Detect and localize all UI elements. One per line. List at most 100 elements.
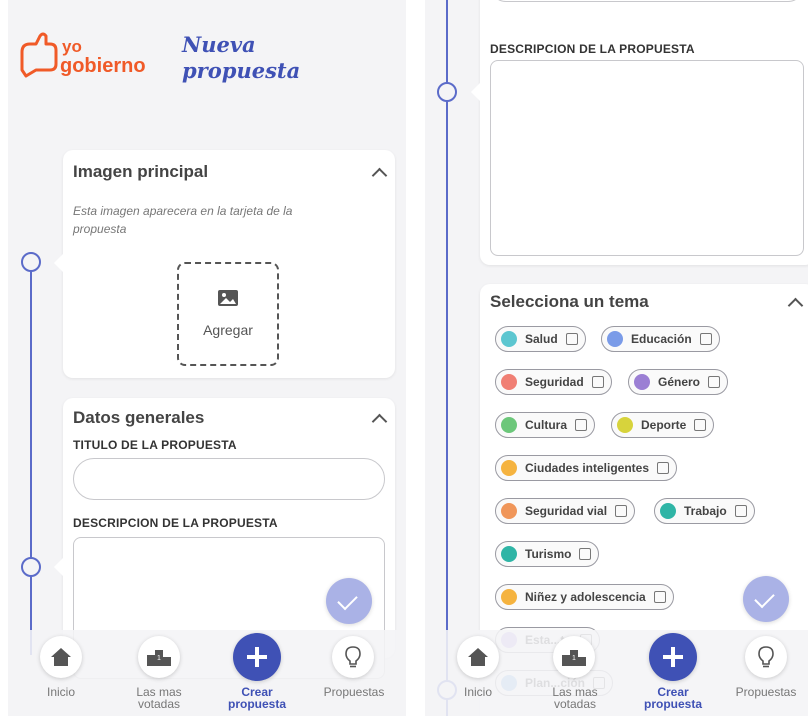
timeline-step-image [21, 252, 41, 272]
home-icon [51, 648, 71, 666]
image-card: Imagen principal Esta imagen aparecera e… [54, 150, 395, 378]
topic-color-dot [634, 374, 650, 390]
topic-chip[interactable]: Género [628, 369, 729, 395]
description-textarea[interactable] [490, 60, 804, 256]
topic-label: Seguridad vial [525, 504, 608, 518]
svg-text:gobierno: gobierno [60, 55, 146, 77]
page-title-line2: propuesta [182, 58, 301, 83]
page-title-line1: Nueva [182, 32, 256, 57]
description-field-label: DESCRIPCION DE LA PROPUESTA [73, 516, 278, 530]
timeline-step-description [437, 82, 457, 102]
description-field-label: DESCRIPCION DE LA PROPUESTA [490, 42, 695, 56]
topic-label: Género [658, 375, 701, 389]
svg-text:1: 1 [157, 655, 161, 662]
nav-create-label[interactable]: Crear propuesta [220, 686, 294, 710]
title-field-label: TITULO DE LA PROPUESTA [73, 438, 237, 452]
card-notch [54, 558, 63, 576]
collapse-chevron-icon[interactable] [787, 297, 804, 314]
timeline-line [30, 255, 32, 655]
topic-checkbox[interactable] [579, 548, 592, 560]
topic-checkbox[interactable] [591, 376, 604, 388]
topic-label: Trabajo [684, 504, 727, 518]
image-hint: Esta imagen aparecera en la tarjeta de l… [73, 204, 293, 236]
nav-top-voted-label[interactable]: Las mas votadas [539, 686, 611, 710]
nav-proposals-button[interactable] [332, 636, 374, 678]
topic-chip[interactable]: Educación [601, 326, 720, 352]
card-notch [54, 254, 63, 272]
plus-icon [663, 647, 683, 667]
topic-color-dot [501, 374, 517, 390]
topic-color-dot [660, 503, 676, 519]
topic-label: Educación [631, 332, 692, 346]
topic-color-dot [617, 417, 633, 433]
topic-chip[interactable]: Turismo [495, 541, 600, 567]
topic-color-dot [501, 589, 517, 605]
topic-checkbox[interactable] [708, 376, 721, 388]
add-image-label: Agregar [203, 322, 253, 338]
topic-checkbox[interactable] [653, 591, 666, 603]
collapse-chevron-icon[interactable] [371, 413, 388, 430]
app-logo: yo gobierno [16, 30, 176, 80]
topic-checkbox[interactable] [694, 419, 707, 431]
nav-top-voted-button[interactable]: 1 [553, 636, 595, 678]
nav-create-label[interactable]: Crear propuesta [636, 686, 710, 710]
theme-card-title: Selecciona un tema [490, 292, 649, 311]
topic-checkbox[interactable] [699, 333, 712, 345]
topic-checkbox[interactable] [575, 419, 587, 431]
nav-top-voted-button[interactable]: 1 [138, 636, 180, 678]
topic-chip[interactable]: Seguridad vial [495, 498, 636, 524]
nav-create-button[interactable] [233, 633, 281, 681]
podium-icon: 1 [147, 650, 171, 666]
topic-label: Deporte [641, 418, 687, 432]
title-input-partial[interactable] [490, 0, 804, 2]
page-title: Nueva propuesta [182, 32, 300, 84]
right-screen: DESCRIPCION DE LA PROPUESTA Selecciona u… [425, 0, 808, 716]
topic-label: Cultura [525, 418, 567, 432]
topic-checkbox[interactable] [657, 462, 670, 474]
lightbulb-icon [758, 646, 774, 668]
nav-home-label[interactable]: Inicio [453, 686, 503, 698]
topic-chip[interactable]: Niñez y adolescencia [495, 584, 674, 610]
lightbulb-icon [345, 646, 361, 668]
nav-proposals-label[interactable]: Propuestas [316, 686, 392, 698]
svg-text:1: 1 [572, 655, 576, 662]
topic-chip[interactable]: Trabajo [654, 498, 755, 524]
podium-icon: 1 [562, 650, 586, 666]
topic-label: Ciudades inteligentes [525, 461, 650, 475]
nav-create-button[interactable] [649, 633, 697, 681]
timeline-step-general [21, 557, 41, 577]
logo-graphic: yo gobierno [20, 32, 146, 78]
image-icon [218, 290, 238, 306]
bottom-nav: Inicio 1 Las mas votadas Crear propuesta… [8, 630, 406, 716]
topic-color-dot [501, 417, 517, 433]
topic-chip[interactable]: Deporte [611, 412, 715, 438]
topic-checkbox[interactable] [734, 505, 747, 517]
title-input[interactable] [73, 458, 385, 500]
nav-proposals-button[interactable] [745, 636, 787, 678]
add-image-button[interactable]: Agregar [177, 262, 279, 366]
topic-label: Salud [525, 332, 558, 346]
topic-chip[interactable]: Seguridad [495, 369, 612, 395]
topic-chip[interactable]: Salud [495, 326, 586, 352]
description-card: DESCRIPCION DE LA PROPUESTA [471, 0, 808, 265]
nav-home-label[interactable]: Inicio [32, 686, 90, 698]
topic-color-dot [607, 331, 623, 347]
general-card-title: Datos generales [73, 408, 205, 427]
plus-icon [247, 647, 267, 667]
topic-chip[interactable]: Ciudades inteligentes [495, 455, 678, 481]
confirm-fab-button[interactable] [326, 578, 372, 624]
nav-proposals-label[interactable]: Propuestas [727, 686, 805, 698]
topic-checkbox[interactable] [615, 505, 628, 517]
image-card-title: Imagen principal [73, 162, 209, 181]
topic-chip[interactable]: Cultura [495, 412, 595, 438]
nav-home-button[interactable] [457, 636, 499, 678]
topic-label: Seguridad [525, 375, 584, 389]
timeline-line [446, 0, 448, 716]
bottom-nav: Inicio 1 Las mas votadas Crear propuesta… [425, 630, 808, 716]
collapse-chevron-icon[interactable] [371, 167, 388, 184]
nav-home-button[interactable] [40, 636, 82, 678]
nav-top-voted-label[interactable]: Las mas votadas [123, 686, 195, 710]
confirm-fab-button[interactable] [743, 576, 789, 622]
topic-checkbox[interactable] [565, 333, 578, 345]
topic-color-dot [501, 460, 517, 476]
